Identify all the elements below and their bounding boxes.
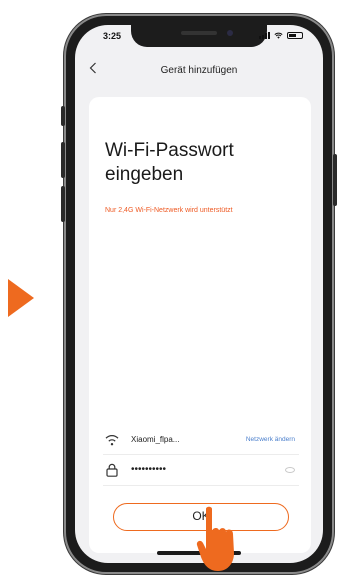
divider bbox=[103, 485, 299, 486]
phone-screen: 3:25 Gerät hinzufügen Wi-Fi-Passwort ein… bbox=[75, 25, 323, 563]
speaker bbox=[181, 31, 217, 35]
heading: Wi-Fi-Passwort eingeben bbox=[105, 140, 234, 185]
network-row: Xiaomi_flpa... Netzwerk ändern bbox=[103, 431, 299, 455]
signal-icon bbox=[259, 32, 270, 39]
phone-side-button bbox=[61, 186, 65, 222]
password-field[interactable]: •••••••••• bbox=[131, 464, 166, 475]
content-card: Wi-Fi-Passwort eingeben Nur 2,4G Wi-Fi-N… bbox=[89, 97, 311, 553]
hand-pointer-icon bbox=[196, 506, 234, 571]
phone-side-button bbox=[333, 154, 337, 206]
phone-frame: 3:25 Gerät hinzufügen Wi-Fi-Passwort ein… bbox=[61, 14, 337, 574]
password-row[interactable]: •••••••••• bbox=[103, 462, 299, 486]
network-ssid: Xiaomi_flpa... bbox=[131, 435, 180, 444]
notch bbox=[131, 25, 267, 47]
phone-side-button bbox=[61, 142, 65, 178]
divider bbox=[103, 454, 299, 455]
pointer-arrow-icon bbox=[8, 279, 34, 317]
show-password-icon[interactable] bbox=[285, 467, 295, 473]
nav-bar: Gerät hinzufügen bbox=[75, 55, 323, 85]
camera bbox=[227, 30, 233, 36]
lock-icon bbox=[106, 463, 118, 477]
band-notice: Nur 2,4G Wi-Fi-Netzwerk wird unterstützt bbox=[105, 207, 233, 214]
phone-side-button bbox=[61, 106, 65, 126]
wifi-status-icon bbox=[274, 32, 283, 39]
change-network-link[interactable]: Netzwerk ändern bbox=[246, 436, 295, 443]
status-icons bbox=[259, 32, 303, 39]
battery-icon bbox=[287, 32, 303, 39]
status-time: 3:25 bbox=[103, 31, 122, 41]
wifi-icon bbox=[105, 434, 119, 446]
page-title: Gerät hinzufügen bbox=[160, 65, 238, 76]
